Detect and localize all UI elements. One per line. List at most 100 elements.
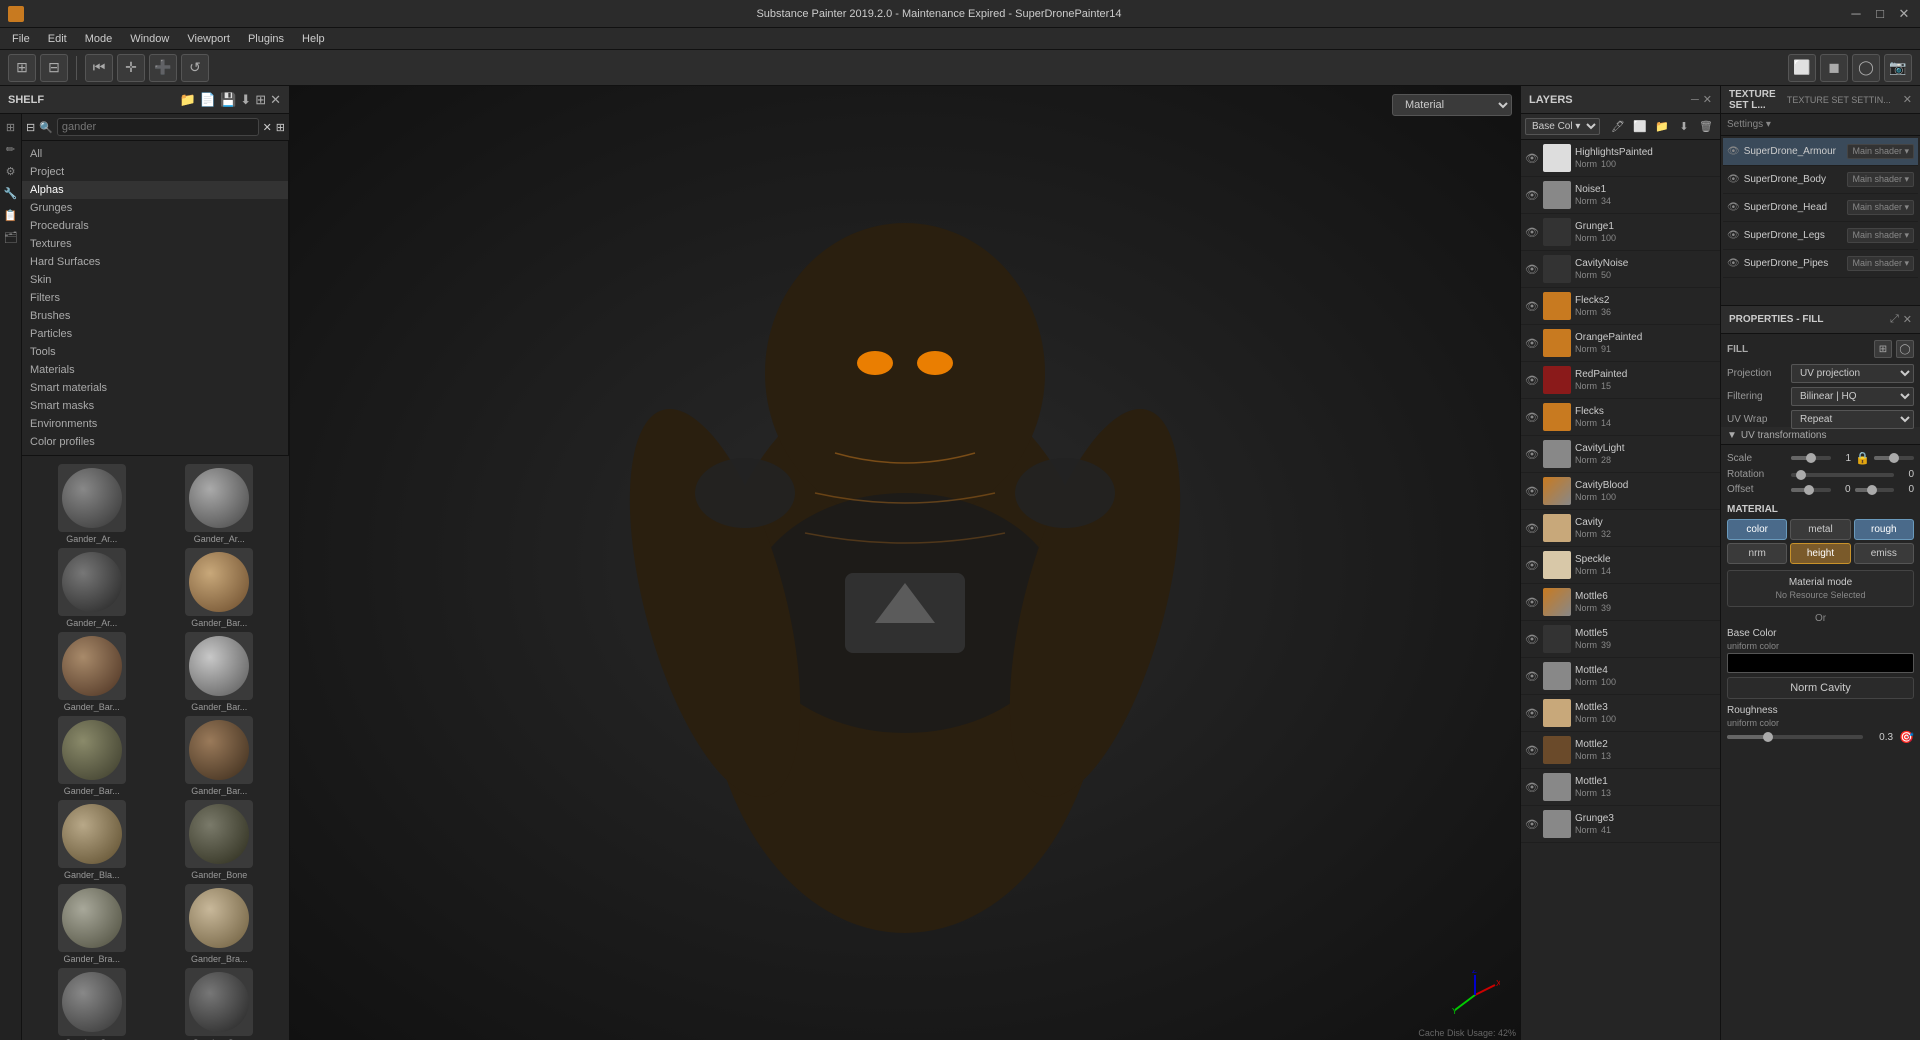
camera-btn[interactable]: 📷	[1884, 54, 1912, 82]
layers-add-group-btn[interactable]: 📁	[1652, 117, 1672, 137]
layer-row-8[interactable]: 👁 CavityLight Norm 28	[1521, 436, 1720, 473]
roughness-picker-icon[interactable]: 🎯	[1899, 730, 1914, 744]
menu-window[interactable]: Window	[122, 31, 177, 47]
layer-row-17[interactable]: 👁 Mottle1 Norm 13	[1521, 769, 1720, 806]
shelf-thumb-4[interactable]: Gander_Bar...	[30, 632, 154, 712]
cat-grunges[interactable]: Grunges	[22, 199, 288, 217]
layer-vis-17[interactable]: 👁	[1525, 781, 1539, 794]
layer-vis-10[interactable]: 👁	[1525, 522, 1539, 535]
minimize-button[interactable]: ─	[1848, 6, 1864, 22]
shelf-thumb-img-7[interactable]	[185, 716, 253, 784]
layer-row-9[interactable]: 👁 CavityBlood Norm 100	[1521, 473, 1720, 510]
texset-row-3[interactable]: 👁 SuperDrone_Legs Main shader ▾	[1723, 222, 1918, 250]
shelf-thumb-img-5[interactable]	[185, 632, 253, 700]
shelf-folder-icon[interactable]: 📁	[180, 92, 196, 108]
base-color-swatch[interactable]	[1727, 653, 1914, 673]
layer-vis-2[interactable]: 👁	[1525, 226, 1539, 239]
lock-icon[interactable]: 🔒	[1855, 451, 1870, 465]
layer-vis-3[interactable]: 👁	[1525, 263, 1539, 276]
layer-vis-4[interactable]: 👁	[1525, 300, 1539, 313]
viewport-btn1[interactable]: ⬜	[1788, 54, 1816, 82]
shelf-thumb-img-4[interactable]	[58, 632, 126, 700]
layer-row-4[interactable]: 👁 Flecks2 Norm 36	[1521, 288, 1720, 325]
menu-help[interactable]: Help	[294, 31, 333, 47]
viewport-btn2[interactable]: ◼	[1820, 54, 1848, 82]
shelf-thumb-0[interactable]: Gander_Ar...	[30, 464, 154, 544]
layer-vis-9[interactable]: 👁	[1525, 485, 1539, 498]
shelf-thumb-2[interactable]: Gander_Ar...	[30, 548, 154, 628]
texset-row-2[interactable]: 👁 SuperDrone_Head Main shader ▾	[1723, 194, 1918, 222]
cat-particles[interactable]: Particles	[22, 325, 288, 343]
shelf-save-icon[interactable]: 💾	[220, 92, 236, 108]
shelf-thumb-6[interactable]: Gander_Bar...	[30, 716, 154, 796]
shelf-thumb-5[interactable]: Gander_Bar...	[158, 632, 282, 712]
shelf-thumb-11[interactable]: Gander_Bra...	[158, 884, 282, 964]
texset-close-icon[interactable]: ✕	[1903, 93, 1912, 106]
shelf-thumb-img-6[interactable]	[58, 716, 126, 784]
shelf-thumb-img-11[interactable]	[185, 884, 253, 952]
cat-color-profiles[interactable]: Color profiles	[22, 433, 288, 451]
grid-view-icon[interactable]: ⊞	[276, 121, 285, 134]
shelf-thumb-13[interactable]: Gander_Ca...	[158, 968, 282, 1040]
layer-row-15[interactable]: 👁 Mottle3 Norm 100	[1521, 695, 1720, 732]
texset-eye-3[interactable]: 👁	[1727, 230, 1740, 241]
cat-project[interactable]: Project	[22, 163, 288, 181]
shelf-thumb-img-2[interactable]	[58, 548, 126, 616]
shelf-thumb-3[interactable]: Gander_Bar...	[158, 548, 282, 628]
layer-vis-14[interactable]: 👁	[1525, 670, 1539, 683]
layer-row-7[interactable]: 👁 Flecks Norm 14	[1521, 399, 1720, 436]
cat-filters[interactable]: Filters	[22, 289, 288, 307]
layer-row-6[interactable]: 👁 RedPainted Norm 15	[1521, 362, 1720, 399]
scale-slider[interactable]	[1791, 456, 1831, 460]
cat-skin[interactable]: Skin	[22, 271, 288, 289]
shelf-thumb-8[interactable]: Gander_Bla...	[30, 800, 154, 880]
cat-smart-materials[interactable]: Smart materials	[22, 379, 288, 397]
texset-row-0[interactable]: 👁 SuperDrone_Armour Main shader ▾	[1723, 138, 1918, 166]
texset-shader-4[interactable]: Main shader ▾	[1847, 256, 1914, 271]
menu-file[interactable]: File	[4, 31, 38, 47]
mat-btn-rough[interactable]: rough	[1854, 519, 1914, 540]
offset-slider-y[interactable]	[1855, 488, 1895, 492]
texset-row-1[interactable]: 👁 SuperDrone_Body Main shader ▾	[1723, 166, 1918, 194]
add-btn[interactable]: ➕	[149, 54, 177, 82]
layer-vis-7[interactable]: 👁	[1525, 411, 1539, 424]
mat-btn-nrm[interactable]: nrm	[1727, 543, 1787, 564]
cat-brushes[interactable]: Brushes	[22, 307, 288, 325]
roughness-slider[interactable]	[1727, 735, 1863, 739]
shelf-thumb-img-0[interactable]	[58, 464, 126, 532]
layer-row-14[interactable]: 👁 Mottle4 Norm 100	[1521, 658, 1720, 695]
cat-hard-surfaces[interactable]: Hard Surfaces	[22, 253, 288, 271]
menu-plugins[interactable]: Plugins	[240, 31, 292, 47]
mat-btn-metal[interactable]: metal	[1790, 519, 1850, 540]
shelf-thumb-7[interactable]: Gander_Bar...	[158, 716, 282, 796]
cat-environments[interactable]: Environments	[22, 415, 288, 433]
base-channel-select[interactable]: Base Col ▾	[1525, 118, 1600, 135]
shelf-thumb-10[interactable]: Gander_Bra...	[30, 884, 154, 964]
texset-row-4[interactable]: 👁 SuperDrone_Pipes Main shader ▾	[1723, 250, 1918, 278]
cat-textures[interactable]: Textures	[22, 235, 288, 253]
layers-import-btn[interactable]: ⬇	[1674, 117, 1694, 137]
transform-btn[interactable]: ✛	[117, 54, 145, 82]
layer-vis-18[interactable]: 👁	[1525, 818, 1539, 831]
scale-slider-2[interactable]	[1874, 456, 1914, 460]
shelf-thumb-img-9[interactable]	[185, 800, 253, 868]
texset-eye-2[interactable]: 👁	[1727, 202, 1740, 213]
layers-delete-btn[interactable]: 🗑	[1696, 117, 1716, 137]
texset-shader-0[interactable]: Main shader ▾	[1847, 144, 1914, 159]
layer-row-2[interactable]: 👁 Grunge1 Norm 100	[1521, 214, 1720, 251]
shelf-icon-6[interactable]: 🗂	[2, 228, 20, 246]
props-close-icon[interactable]: ✕	[1903, 313, 1912, 326]
texset-shader-3[interactable]: Main shader ▾	[1847, 228, 1914, 243]
layer-vis-5[interactable]: 👁	[1525, 337, 1539, 350]
shelf-new-icon[interactable]: 📄	[200, 92, 216, 108]
texset-eye-1[interactable]: 👁	[1727, 174, 1740, 185]
layer-row-18[interactable]: 👁 Grunge3 Norm 41	[1521, 806, 1720, 843]
projection-select[interactable]: UV projection	[1791, 364, 1914, 383]
mat-btn-emiss[interactable]: emiss	[1854, 543, 1914, 564]
search-clear-icon[interactable]: ✕	[263, 121, 272, 134]
shelf-thumb-img-8[interactable]	[58, 800, 126, 868]
cat-all[interactable]: All	[22, 145, 288, 163]
layer-row-0[interactable]: 👁 HighlightsPainted Norm 100	[1521, 140, 1720, 177]
layer-vis-6[interactable]: 👁	[1525, 374, 1539, 387]
layer-row-5[interactable]: 👁 OrangePainted Norm 91	[1521, 325, 1720, 362]
